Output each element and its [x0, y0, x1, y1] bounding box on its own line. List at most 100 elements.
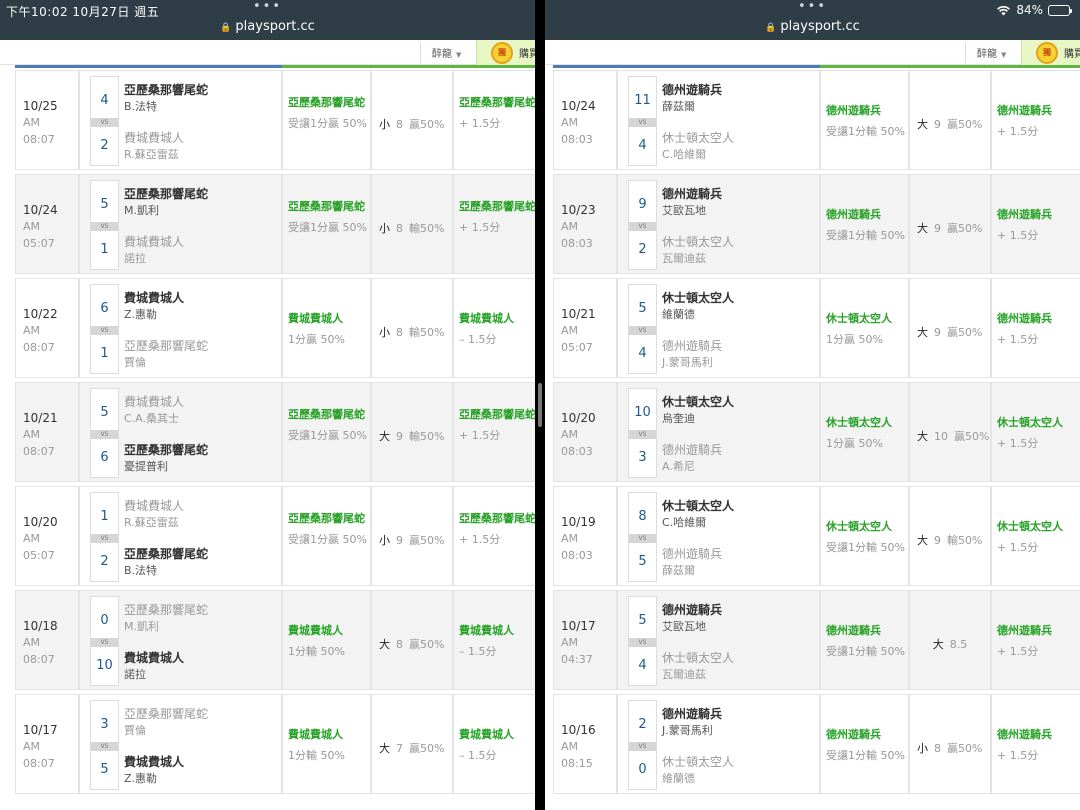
ou-line: 7 — [396, 742, 403, 755]
team-name[interactable]: 費城費城人 — [124, 129, 184, 146]
game-row[interactable]: 10/16 AM 08:15 2 VS 0 德州遊騎兵 J.蒙哥馬利 休士頓太空人 維蘭德 德州遊騎… — [553, 692, 1080, 796]
runline-pick[interactable]: 德州遊騎兵 — [997, 207, 1080, 223]
game-row[interactable]: 10/23 AM 08:03 9 VS 2 德州遊騎兵 艾歐瓦地 休士頓太空人 瓦爾迪茲 德州遊騎兵… — [553, 172, 1080, 276]
promo-button[interactable]: 獨 購買 — [476, 40, 535, 65]
runline-cell: 休士頓太空人 + 1.5分 — [991, 382, 1080, 482]
runline-pick[interactable]: 費城費城人 — [459, 727, 535, 743]
spread-pick[interactable]: 亞歷桑那響尾蛇 — [288, 199, 365, 215]
team-name[interactable]: 亞歷桑那響尾蛇 — [124, 441, 208, 458]
team-name[interactable]: 亞歷桑那響尾蛇 — [124, 705, 208, 722]
spread-pick[interactable]: 德州遊騎兵 — [826, 623, 903, 639]
home-score: 6 — [100, 450, 109, 465]
lang-dropdown[interactable]: 醉龍 ▼ — [432, 45, 461, 60]
runline-pick[interactable]: 德州遊騎兵 — [997, 311, 1080, 327]
pitcher-name: C.哈維爾 — [662, 148, 707, 161]
runline-spread: – 1.5分 — [459, 333, 497, 346]
url-bar[interactable]: 🔒 playsport.cc — [545, 19, 1080, 34]
team-name[interactable]: 亞歷桑那響尾蛇 — [124, 337, 208, 354]
game-row[interactable]: 10/20 AM 05:07 1 VS 2 費城費城人 R.蘇亞雷茲 亞歷桑那響尾蛇 B.法特 亞歷… — [15, 484, 535, 588]
game-row[interactable]: 10/21 AM 08:07 5 VS 6 費城費城人 C.A.桑其士 亞歷桑那響尾蛇 憂提普利亞… — [15, 380, 535, 484]
team-name[interactable]: 費城費城人 — [124, 649, 184, 666]
game-time: 08:03 — [561, 133, 593, 146]
team-name[interactable]: 費城費城人 — [124, 753, 184, 770]
url-bar[interactable]: 🔒 playsport.cc — [0, 19, 535, 34]
pitcher-name: 薛茲爾 — [662, 564, 695, 577]
game-row[interactable]: 10/19 AM 08:03 8 VS 5 休士頓太空人 C.哈維爾 德州遊騎兵 薛茲爾 休士頓太空… — [553, 484, 1080, 588]
ou-line: 8 — [396, 638, 403, 651]
team-name[interactable]: 亞歷桑那響尾蛇 — [124, 545, 208, 562]
lang-dropdown[interactable]: 醉龍 ▼ — [977, 45, 1006, 60]
team-name[interactable]: 德州遊騎兵 — [662, 441, 722, 458]
runline-pick[interactable]: 費城費城人 — [459, 311, 535, 327]
split-view-divider[interactable] — [535, 0, 545, 810]
team-name[interactable]: 休士頓太空人 — [662, 129, 734, 146]
team-name[interactable]: 費城費城人 — [124, 233, 184, 250]
team-name[interactable]: 德州遊騎兵 — [662, 601, 722, 618]
team-name[interactable]: 休士頓太空人 — [662, 393, 734, 410]
team-name[interactable]: 費城費城人 — [124, 393, 184, 410]
game-time: 08:07 — [23, 757, 55, 770]
spread-result: 受讓1分輸 50% — [826, 645, 905, 658]
team-name[interactable]: 休士頓太空人 — [662, 289, 734, 306]
spread-pick[interactable]: 德州遊騎兵 — [826, 103, 903, 119]
game-row[interactable]: 10/17 AM 08:07 3 VS 5 亞歷桑那響尾蛇 賈倫 費城費城人 Z.惠勒 費城費城人 1… — [15, 692, 535, 796]
drag-handle[interactable] — [538, 383, 542, 427]
game-row[interactable]: 10/24 AM 05:07 5 VS 1 亞歷桑那響尾蛇 M.凱利 費城費城人 諾拉 亞歷桑那響尾… — [15, 172, 535, 276]
team-name[interactable]: 亞歷桑那響尾蛇 — [124, 601, 208, 618]
ou-side: 大 — [917, 534, 928, 547]
over-under-cell: 小 8 輸50% — [371, 278, 453, 378]
spread-pick[interactable]: 亞歷桑那響尾蛇 — [288, 511, 365, 527]
team-name[interactable]: 德州遊騎兵 — [662, 337, 722, 354]
spread-pick[interactable]: 亞歷桑那響尾蛇 — [288, 407, 365, 423]
spread-pick[interactable]: 休士頓太空人 — [826, 311, 903, 327]
team-name[interactable]: 德州遊騎兵 — [662, 81, 722, 98]
spread-pick[interactable]: 休士頓太空人 — [826, 519, 903, 535]
ou-line: 8.5 — [949, 638, 968, 651]
game-row[interactable]: 10/20 AM 08:03 10 VS 3 休士頓太空人 烏奎迪 德州遊騎兵 A.希尼 休士頓太空… — [553, 380, 1080, 484]
spread-pick[interactable]: 亞歷桑那響尾蛇 — [288, 95, 365, 111]
runline-pick[interactable]: 亞歷桑那響尾蛇 — [459, 95, 535, 111]
game-ampm: AM — [561, 116, 579, 129]
spread-pick[interactable]: 德州遊騎兵 — [826, 727, 903, 743]
game-row[interactable]: 10/24 AM 08:03 11 VS 4 德州遊騎兵 薛茲爾 休士頓太空人 C.哈維爾 德州遊騎… — [553, 68, 1080, 172]
team-name[interactable]: 休士頓太空人 — [662, 753, 734, 770]
runline-pick[interactable]: 費城費城人 — [459, 623, 535, 639]
team-name[interactable]: 休士頓太空人 — [662, 233, 734, 250]
runline-pick[interactable]: 休士頓太空人 — [997, 519, 1080, 535]
team-name[interactable]: 德州遊騎兵 — [662, 705, 722, 722]
runline-pick[interactable]: 德州遊騎兵 — [997, 623, 1080, 639]
team-name[interactable]: 德州遊騎兵 — [662, 545, 722, 562]
runline-pick[interactable]: 德州遊騎兵 — [997, 103, 1080, 119]
spread-pick[interactable]: 費城費城人 — [288, 727, 365, 743]
spread-result: 受讓1分贏 50% — [288, 533, 367, 546]
runline-cell: 亞歷桑那響尾蛇 + 1.5分 — [453, 382, 535, 482]
spread-pick[interactable]: 費城費城人 — [288, 311, 365, 327]
runline-pick[interactable]: 亞歷桑那響尾蛇 — [459, 407, 535, 423]
team-name[interactable]: 亞歷桑那響尾蛇 — [124, 185, 208, 202]
team-name[interactable]: 亞歷桑那響尾蛇 — [124, 81, 208, 98]
ou-result: 贏50% — [409, 534, 445, 547]
runline-pick[interactable]: 亞歷桑那響尾蛇 — [459, 199, 535, 215]
team-name[interactable]: 德州遊騎兵 — [662, 185, 722, 202]
runline-pick[interactable]: 亞歷桑那響尾蛇 — [459, 511, 535, 527]
score-box: 10 VS 3 — [628, 388, 657, 478]
home-score: 0 — [638, 762, 647, 777]
game-row[interactable]: 10/18 AM 08:07 0 VS 10 亞歷桑那響尾蛇 M.凱利 費城費城人 諾拉 費城費城人… — [15, 588, 535, 692]
team-name[interactable]: 休士頓太空人 — [662, 649, 734, 666]
team-name[interactable]: 費城費城人 — [124, 289, 184, 306]
team-name[interactable]: 休士頓太空人 — [662, 497, 734, 514]
runline-pick[interactable]: 德州遊騎兵 — [997, 727, 1080, 743]
team-name[interactable]: 費城費城人 — [124, 497, 184, 514]
game-row[interactable]: 10/22 AM 08:07 6 VS 1 費城費城人 Z.惠勒 亞歷桑那響尾蛇 賈倫 費城費城人 1… — [15, 276, 535, 380]
game-row[interactable]: 10/17 AM 04:37 5 VS 4 德州遊騎兵 艾歐瓦地 休士頓太空人 瓦爾迪茲 德州遊騎兵… — [553, 588, 1080, 692]
spread-pick[interactable]: 德州遊騎兵 — [826, 207, 903, 223]
pitcher-name: R.蘇亞雷茲 — [124, 148, 179, 161]
promo-button[interactable]: 獨 購買 — [1021, 40, 1080, 65]
runline-pick[interactable]: 休士頓太空人 — [997, 415, 1080, 431]
spread-pick[interactable]: 費城費城人 — [288, 623, 365, 639]
away-score: 5 — [638, 301, 647, 316]
spread-pick[interactable]: 休士頓太空人 — [826, 415, 903, 431]
game-row[interactable]: 10/25 AM 08:07 4 VS 2 亞歷桑那響尾蛇 B.法特 費城費城人 R.蘇亞雷茲 亞歷… — [15, 68, 535, 172]
pitcher-name: M.凱利 — [124, 620, 159, 633]
game-row[interactable]: 10/21 AM 05:07 5 VS 4 休士頓太空人 維蘭德 德州遊騎兵 J.蒙哥馬利 休士頓太… — [553, 276, 1080, 380]
